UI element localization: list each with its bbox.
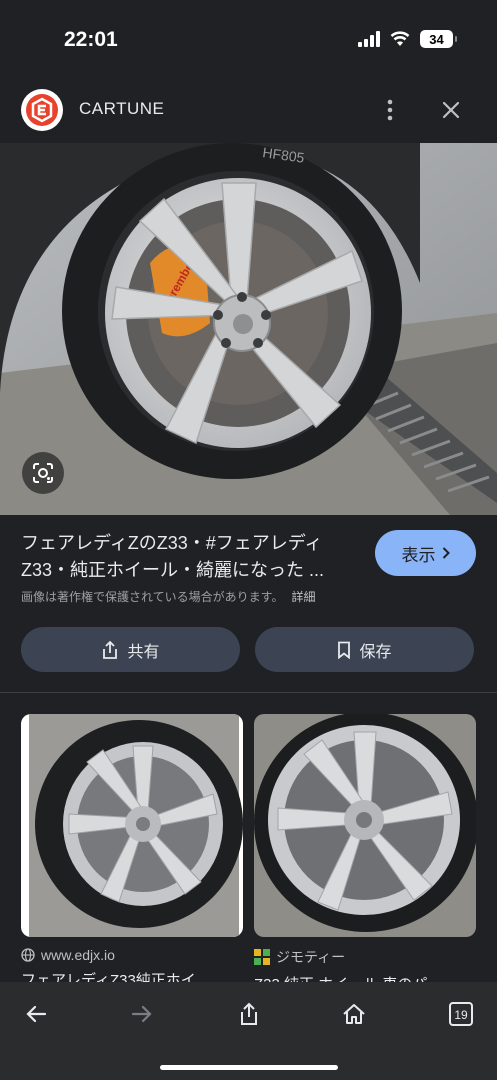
arrow-left-icon [26, 1005, 47, 1023]
lens-search-icon [33, 463, 53, 483]
more-vert-icon [387, 99, 393, 121]
related-image [21, 714, 243, 937]
divider [0, 692, 497, 693]
close-button[interactable] [437, 94, 465, 126]
home-button[interactable] [332, 992, 376, 1036]
wifi-icon [390, 31, 410, 46]
tabs-count: 19 [454, 1008, 468, 1022]
result-title[interactable]: フェアレディZのZ33・#フェアレディ Z33・純正ホイール・綺麗になった ..… [21, 530, 361, 584]
result-title-line2: Z33・純正ホイール・綺麗になった ... [21, 560, 325, 580]
home-indicator [160, 1065, 338, 1070]
related-source-label: www.edjx.io [41, 947, 115, 963]
globe-icon [21, 948, 35, 962]
share-label: 共有 [127, 643, 160, 661]
tabs-icon: 19 [449, 1002, 473, 1026]
related-card[interactable]: ジモティー Z33 純正 ホイール 車のパ... [254, 714, 476, 991]
tabs-button[interactable]: 19 [439, 992, 483, 1036]
app-header: CARTUNE [0, 80, 497, 140]
more-options-button[interactable] [376, 94, 404, 126]
related-source: www.edjx.io [21, 947, 243, 963]
share-icon [103, 640, 118, 659]
bookmark-icon [338, 641, 351, 659]
cellular-signal-icon [358, 31, 380, 47]
close-icon [442, 101, 460, 119]
status-bar: 22:01 34 [0, 0, 497, 78]
details-link[interactable]: 詳細 [291, 588, 315, 605]
status-time: 22:01 [64, 28, 118, 51]
result-title-line1: フェアレディZのZ33・#フェアレディ [21, 533, 323, 553]
share-page-button[interactable] [227, 992, 271, 1036]
bottom-nav-bar: 19 [0, 982, 497, 1080]
related-image [254, 714, 476, 937]
main-image[interactable]: brembo HF805 [0, 143, 497, 515]
related-source-label: ジモティー [276, 949, 346, 965]
related-source: ジモティー [254, 947, 476, 967]
wheel-photo: brembo HF805 [0, 143, 497, 515]
show-button-label: 表示 [401, 545, 436, 565]
forward-button[interactable] [120, 992, 164, 1036]
back-button[interactable] [14, 992, 58, 1036]
arrow-right-icon [131, 1005, 152, 1023]
cartune-logo-icon [21, 89, 63, 131]
battery-indicator: 34 [420, 30, 457, 48]
show-button[interactable]: 表示 [375, 530, 476, 576]
share-button[interactable]: 共有 [21, 627, 240, 672]
lens-search-button[interactable] [22, 452, 64, 494]
chevron-right-icon [442, 547, 450, 559]
copyright-row: 画像は著作権で保護されている場合があります。 詳細 [21, 588, 315, 605]
save-button[interactable]: 保存 [255, 627, 474, 672]
home-icon [343, 1004, 365, 1024]
app-title: CARTUNE [79, 99, 165, 118]
save-label: 保存 [359, 643, 392, 661]
related-card[interactable]: www.edjx.io フェアレディZ33純正ホイ... [21, 714, 243, 987]
copyright-notice: 画像は著作権で保護されている場合があります。 [21, 590, 284, 604]
status-icons: 34 [358, 30, 457, 48]
share-icon [241, 1002, 257, 1025]
jmty-logo-icon [254, 949, 270, 965]
